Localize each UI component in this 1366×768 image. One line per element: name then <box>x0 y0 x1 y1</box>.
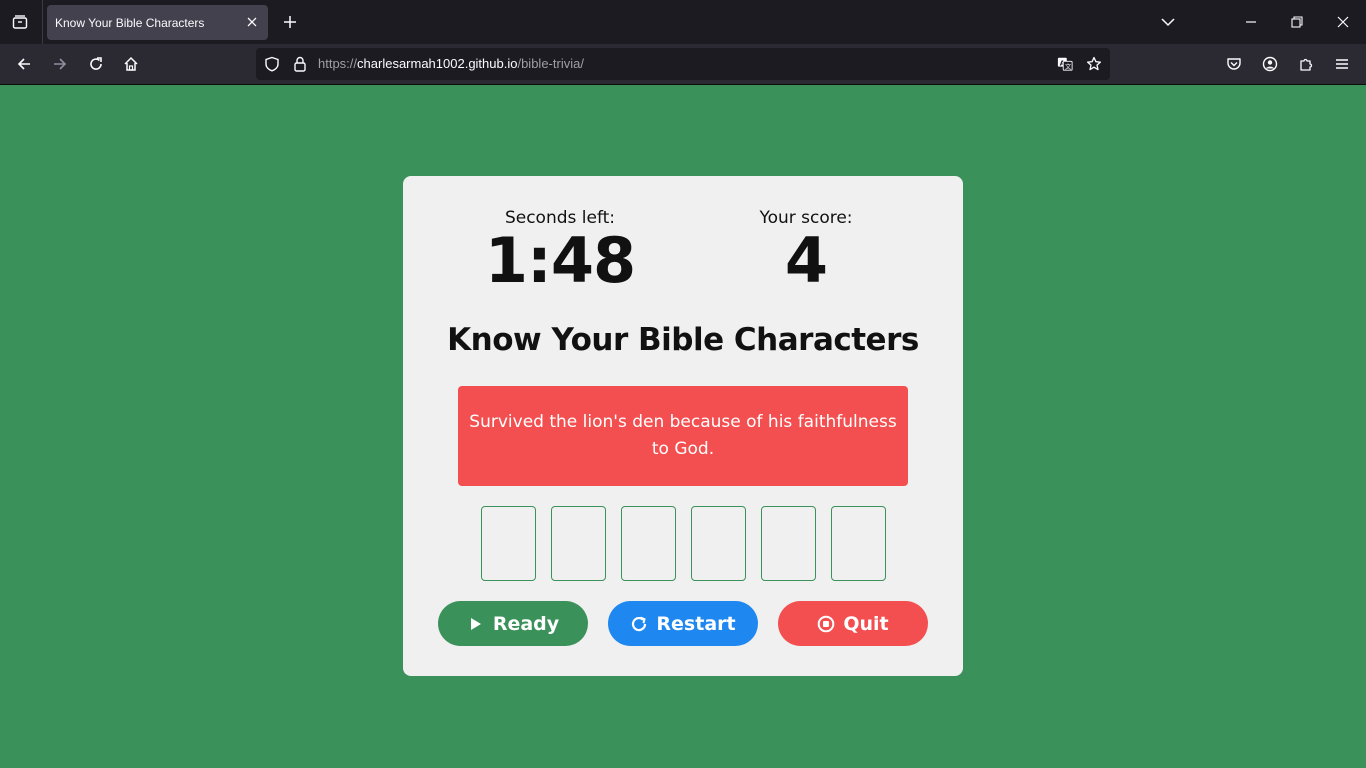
browser-nav-bar: https://charlesarmah1002.github.io/bible… <box>0 44 1366 85</box>
chevron-down-icon[interactable] <box>1154 8 1182 36</box>
hamburger-icon[interactable] <box>1330 52 1354 76</box>
score-value: 4 <box>784 224 828 297</box>
timer-panel: Seconds left: 1:48 <box>460 208 660 294</box>
home-icon[interactable] <box>119 52 143 76</box>
letter-slot[interactable] <box>691 506 746 581</box>
close-window-icon[interactable] <box>1329 8 1357 36</box>
tab-title: Know Your Bible Characters <box>55 15 205 30</box>
stop-icon <box>817 615 835 633</box>
letter-slot[interactable] <box>761 506 816 581</box>
url-host: charlesarmah1002.github.io <box>357 56 518 71</box>
close-icon[interactable] <box>244 14 260 30</box>
letter-slot[interactable] <box>481 506 536 581</box>
arrow-right-icon[interactable] <box>48 52 72 76</box>
timer-value: 1:48 <box>484 224 636 297</box>
browser-tab-active[interactable]: Know Your Bible Characters <box>47 5 268 40</box>
score-panel: Your score: 4 <box>706 208 906 294</box>
lock-icon[interactable] <box>292 56 308 72</box>
url-path: /bible-trivia/ <box>517 56 584 71</box>
tab-list-icon[interactable] <box>8 10 32 34</box>
svg-text:文: 文 <box>1065 63 1072 71</box>
game-title: Know Your Bible Characters <box>447 322 919 358</box>
account-icon[interactable] <box>1258 52 1282 76</box>
letter-slot[interactable] <box>621 506 676 581</box>
clue-text: Survived the lion's den because of his f… <box>469 412 897 459</box>
clue-box: Survived the lion's den because of his f… <box>458 386 908 486</box>
url-text[interactable]: https://charlesarmah1002.github.io/bible… <box>318 56 584 71</box>
browser-tab-bar: Know Your Bible Characters <box>0 0 1366 44</box>
quit-button[interactable]: Quit <box>778 601 928 646</box>
letter-slot[interactable] <box>551 506 606 581</box>
reload-icon[interactable] <box>84 52 108 76</box>
restart-button-label: Restart <box>656 612 736 635</box>
puzzle-icon[interactable] <box>1294 52 1318 76</box>
arrow-left-icon[interactable] <box>12 52 36 76</box>
address-bar[interactable]: https://charlesarmah1002.github.io/bible… <box>256 48 1110 80</box>
shield-icon[interactable] <box>264 56 280 72</box>
star-icon[interactable] <box>1086 56 1102 72</box>
restart-icon <box>630 615 648 633</box>
restore-icon[interactable] <box>1283 8 1311 36</box>
url-scheme: https:// <box>318 56 358 71</box>
letter-slots <box>481 506 886 581</box>
tab-separator <box>42 0 43 44</box>
restart-button[interactable]: Restart <box>608 601 758 646</box>
pocket-icon[interactable] <box>1222 52 1246 76</box>
play-icon <box>467 615 485 633</box>
game-card: Seconds left: 1:48 Your score: 4 Know Yo… <box>403 176 963 676</box>
translate-icon[interactable]: A文 <box>1057 56 1073 72</box>
ready-button-label: Ready <box>492 612 560 635</box>
letter-slot[interactable] <box>831 506 886 581</box>
quit-button-label: Quit <box>843 612 889 635</box>
ready-button[interactable]: Ready <box>438 601 588 646</box>
minimize-icon[interactable] <box>1237 8 1265 36</box>
plus-icon[interactable] <box>278 10 302 34</box>
